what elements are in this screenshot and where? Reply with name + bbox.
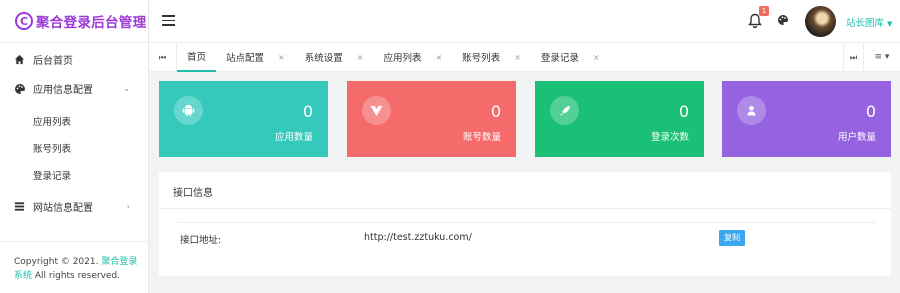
- close-icon[interactable]: ×: [593, 53, 600, 62]
- close-icon[interactable]: ×: [514, 53, 521, 62]
- sidebar-item-label: 应用信息配置: [33, 85, 93, 96]
- palette-icon: [13, 82, 26, 95]
- tab-label: 首页: [187, 52, 207, 63]
- sidebar: C 聚合登录后台管理 后台首页 应用信息配置 ⌄ 应用列表 账号列表 登录记录 …: [0, 0, 149, 293]
- stat-label: 应用数量: [274, 132, 313, 143]
- tab-app-list[interactable]: 应用列表 ×: [373, 43, 452, 72]
- stat-value: 0: [302, 102, 313, 121]
- chevron-down-icon: ⌄: [123, 84, 130, 93]
- copyright: Copyright © 2021. 聚合登录系统 All rights rese…: [14, 255, 140, 283]
- menu-toggle-icon[interactable]: [162, 15, 175, 26]
- tab-label: 应用列表: [383, 53, 422, 64]
- tab-login-records[interactable]: 登录记录 ×: [531, 43, 610, 72]
- stat-card-accounts: 0 账号数量: [347, 81, 516, 157]
- sidebar-item-site-config[interactable]: 网站信息配置 ›: [0, 192, 148, 221]
- tab-label: 系统设置: [304, 53, 343, 64]
- caret-down-icon: ▼: [887, 20, 893, 28]
- app-title: 聚合登录后台管理: [36, 15, 147, 31]
- tab-scroll-left-icon[interactable]: ⏮: [149, 42, 177, 72]
- stat-value: 0: [865, 102, 876, 121]
- tab-bar: ⏮ 首页 站点配置 × 系统设置 × 应用列表 × 账号列表 × 登录记录 × ⏭ ≡ ▾: [149, 42, 900, 72]
- api-address-value: http://test.zztuku.com/: [364, 232, 472, 243]
- chevron-right-icon: ›: [126, 202, 130, 211]
- stat-value: 0: [490, 102, 501, 121]
- stat-card-logins: 0 登录次数: [535, 81, 704, 157]
- copyright-prefix: Copyright © 2021.: [14, 257, 99, 267]
- home-icon: [13, 53, 26, 66]
- tab-site-config[interactable]: 站点配置 ×: [216, 43, 295, 72]
- copyright-suffix: All rights reserved.: [34, 271, 121, 281]
- logo[interactable]: C 聚合登录后台管理: [0, 0, 148, 43]
- sidebar-item-login-records[interactable]: 登录记录: [0, 161, 148, 188]
- stat-card-apps: 0 应用数量: [159, 81, 328, 157]
- tab-system-settings[interactable]: 系统设置 ×: [295, 43, 374, 72]
- panel-divider: [159, 208, 891, 209]
- sidebar-item-label: 网站信息配置: [33, 203, 93, 214]
- app-config-submenu: 应用列表 账号列表 登录记录: [0, 103, 148, 192]
- stat-label: 账号数量: [462, 132, 501, 143]
- tab-account-list[interactable]: 账号列表 ×: [452, 43, 531, 72]
- api-info-panel: 接口信息 接口地址: http://test.zztuku.com/ 复制: [159, 172, 891, 276]
- theme-palette-icon[interactable]: [777, 14, 789, 26]
- avatar[interactable]: [805, 6, 836, 37]
- tab-label: 站点配置: [226, 53, 265, 64]
- sidebar-item-app-list[interactable]: 应用列表: [0, 107, 148, 134]
- close-icon[interactable]: ×: [357, 53, 364, 62]
- android-icon: [174, 96, 203, 125]
- tab-options-icon[interactable]: ≡ ▾: [863, 43, 900, 72]
- logo-icon: C: [15, 12, 33, 30]
- close-icon[interactable]: ×: [435, 53, 442, 62]
- user-menu[interactable]: 站长图库 ▼: [846, 15, 892, 29]
- tab-scroll-right-icon[interactable]: ⏭: [843, 43, 863, 72]
- user-icon: [737, 96, 766, 125]
- sidebar-item-account-list[interactable]: 账号列表: [0, 134, 148, 161]
- sidebar-item-label: 后台首页: [33, 56, 73, 67]
- stat-label: 登录次数: [650, 132, 689, 143]
- stat-label: 用户数量: [837, 132, 876, 143]
- tab-home[interactable]: 首页: [177, 43, 217, 72]
- notification-badge: 1: [759, 6, 769, 16]
- sidebar-divider: [0, 241, 148, 242]
- row-divider: [177, 222, 877, 223]
- stat-card-users: 0 用户数量: [722, 81, 891, 157]
- stat-value: 0: [678, 102, 689, 121]
- sidebar-item-app-config[interactable]: 应用信息配置 ⌄: [0, 74, 148, 103]
- api-address-label: 接口地址:: [180, 235, 222, 246]
- tab-label: 账号列表: [462, 53, 501, 64]
- sidebar-item-home[interactable]: 后台首页: [0, 45, 148, 74]
- panel-title: 接口信息: [173, 188, 213, 199]
- close-icon[interactable]: ×: [278, 53, 285, 62]
- top-header: 1 站长图库 ▼: [149, 0, 900, 43]
- tab-label: 登录记录: [540, 53, 579, 64]
- copy-button[interactable]: 复制: [719, 230, 745, 246]
- list-icon: [13, 200, 26, 213]
- vue-icon: [362, 96, 391, 125]
- username: 站长图库: [846, 18, 885, 29]
- rocket-icon: [550, 96, 579, 125]
